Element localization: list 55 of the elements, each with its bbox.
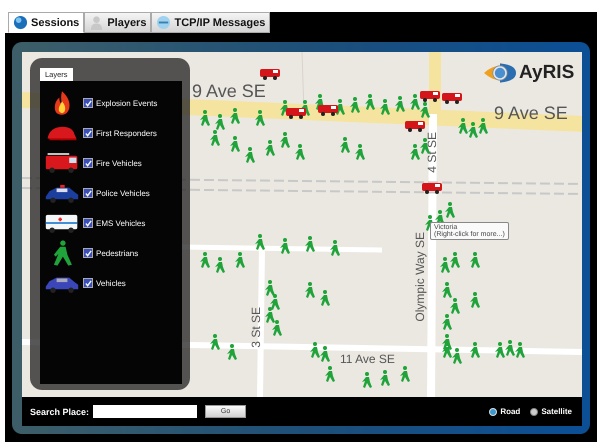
pedestrian-icon[interactable] <box>227 344 237 360</box>
street-label: 9 Ave SE <box>494 104 568 122</box>
globe-icon <box>156 15 172 30</box>
pedestrian-icon[interactable] <box>452 348 462 364</box>
checkbox[interactable] <box>83 98 93 108</box>
fire-truck-icon[interactable] <box>405 120 425 132</box>
radio-label[interactable]: Road <box>500 407 520 416</box>
tab[interactable]: Sessions <box>8 12 84 33</box>
checkbox[interactable] <box>83 158 93 168</box>
street-label: 9 Ave SE <box>192 82 266 100</box>
layer-label: Explosion Events <box>96 98 158 108</box>
layer-label: First Responders <box>96 128 157 138</box>
fire-truck-icon[interactable] <box>260 68 280 80</box>
pedestrian-icon[interactable] <box>330 240 340 256</box>
radio-button[interactable] <box>530 408 538 416</box>
fire-truck-icon <box>44 150 80 176</box>
checkbox[interactable] <box>83 128 93 138</box>
logo-text: AyRIS <box>519 62 574 84</box>
street-label: 11 Ave SE <box>340 353 395 365</box>
pedestrian-icon[interactable] <box>470 342 480 358</box>
pedestrian-icon[interactable] <box>335 99 345 115</box>
pedestrian-icon[interactable] <box>305 236 315 252</box>
pedestrian-icon[interactable] <box>505 340 515 356</box>
pedestrian-icon[interactable] <box>280 238 290 254</box>
search-label: Search Place: <box>30 406 90 416</box>
tab[interactable]: Players <box>84 12 152 33</box>
fire-truck-icon[interactable] <box>286 107 306 119</box>
checkbox[interactable] <box>83 188 93 198</box>
layer-label: Vehicles <box>96 278 126 288</box>
street-label: 4 St SE <box>426 132 438 173</box>
radio-label[interactable]: Satellite <box>541 407 572 416</box>
layer-label: Fire Vehicles <box>96 158 142 168</box>
pedestrian-icon[interactable] <box>255 234 265 250</box>
checkbox[interactable] <box>83 218 93 228</box>
layer-label: EMS Vehicles <box>96 218 146 228</box>
layer-label: Pedestrians <box>96 248 138 258</box>
checkbox[interactable] <box>83 278 93 288</box>
search-field[interactable] <box>93 405 198 418</box>
street-label: 3 St SE <box>250 307 262 348</box>
fire-truck-icon[interactable] <box>318 104 338 116</box>
checkbox[interactable] <box>83 248 93 258</box>
pedestrian-icon[interactable] <box>320 346 330 362</box>
pedestrian-icon[interactable] <box>515 342 525 358</box>
pedestrian-icon[interactable] <box>310 342 320 358</box>
tab[interactable]: TCP/IP Messages <box>151 12 270 33</box>
layer-label: Police Vehicles <box>96 188 150 198</box>
fire-truck-icon[interactable] <box>422 182 442 194</box>
pedestrian-icon[interactable] <box>495 342 505 358</box>
pedestrian-icon[interactable] <box>210 334 220 350</box>
eye-globe-icon <box>484 63 516 83</box>
person-icon <box>89 15 104 30</box>
fire-truck-icon[interactable] <box>420 90 440 102</box>
globe-icon <box>13 15 28 30</box>
street-label: Olympic Way SE <box>414 232 426 322</box>
fire-truck-icon[interactable] <box>442 92 462 104</box>
